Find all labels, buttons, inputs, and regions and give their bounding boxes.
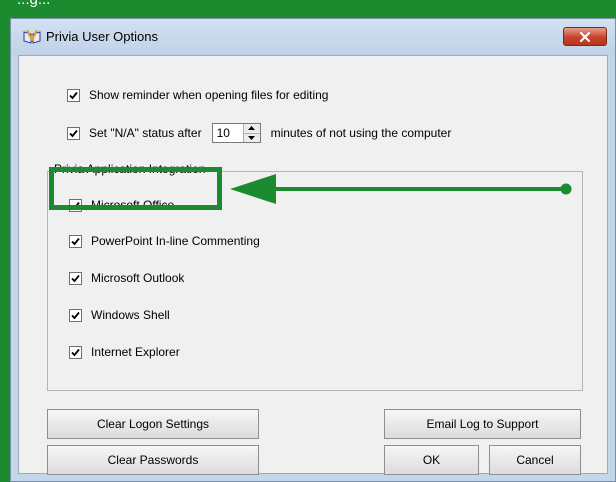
integration-item-windows-shell: Windows Shell	[69, 308, 170, 322]
window-title: Privia User Options	[46, 29, 158, 44]
internet-explorer-label: Internet Explorer	[91, 345, 180, 359]
na-status-suffix: minutes of not using the computer	[270, 126, 452, 140]
na-status-checkbox[interactable]	[67, 126, 80, 140]
na-minutes-spinner[interactable]: 10	[211, 123, 261, 143]
integration-item-powerpoint-commenting: PowerPoint In-line Commenting	[69, 234, 260, 248]
spinner-up-button[interactable]	[243, 124, 260, 134]
microsoft-office-label: Microsoft Office	[91, 198, 175, 212]
title-bar[interactable]: Privia User Options	[11, 19, 615, 55]
arrow-up-icon	[248, 126, 256, 131]
close-x-icon	[579, 31, 591, 42]
integration-item-microsoft-office: Microsoft Office	[69, 198, 174, 212]
close-button[interactable]	[563, 27, 607, 46]
na-status-row: Set "N/A" status after 10 minutes of not…	[67, 123, 451, 143]
show-reminder-row: Show reminder when opening files for edi…	[67, 88, 328, 102]
powerpoint-commenting-checkbox[interactable]	[69, 234, 82, 248]
email-log-button[interactable]: Email Log to Support	[384, 409, 581, 439]
powerpoint-commenting-label: PowerPoint In-line Commenting	[91, 234, 260, 248]
spinner-down-button[interactable]	[243, 133, 260, 142]
na-minutes-input[interactable]: 10	[213, 124, 243, 142]
background-banner: ...g...	[0, 0, 616, 16]
clear-logon-settings-button[interactable]: Clear Logon Settings	[47, 409, 259, 439]
clear-passwords-button[interactable]: Clear Passwords	[47, 445, 259, 475]
na-status-prefix: Set "N/A" status after	[89, 126, 202, 140]
windows-shell-label: Windows Shell	[91, 308, 170, 322]
internet-explorer-checkbox[interactable]	[69, 345, 82, 359]
show-reminder-checkbox[interactable]	[67, 88, 80, 102]
integration-legend: Privia Application Integration	[52, 162, 208, 176]
banner-text: ...g...	[17, 0, 50, 8]
microsoft-office-checkbox[interactable]	[69, 198, 82, 212]
ok-button[interactable]: OK	[384, 445, 479, 475]
windows-shell-checkbox[interactable]	[69, 308, 82, 322]
microsoft-outlook-checkbox[interactable]	[69, 271, 82, 285]
arrow-down-icon	[248, 135, 256, 140]
integration-item-microsoft-outlook: Microsoft Outlook	[69, 271, 184, 285]
microsoft-outlook-label: Microsoft Outlook	[91, 271, 185, 285]
privia-user-options-dialog: Privia User Options Show reminder when o…	[10, 18, 616, 482]
cancel-button[interactable]: Cancel	[489, 445, 581, 475]
integration-item-internet-explorer: Internet Explorer	[69, 345, 180, 359]
show-reminder-label: Show reminder when opening files for edi…	[89, 88, 329, 102]
privia-app-icon	[23, 29, 41, 45]
dialog-client-area: Show reminder when opening files for edi…	[18, 55, 608, 475]
